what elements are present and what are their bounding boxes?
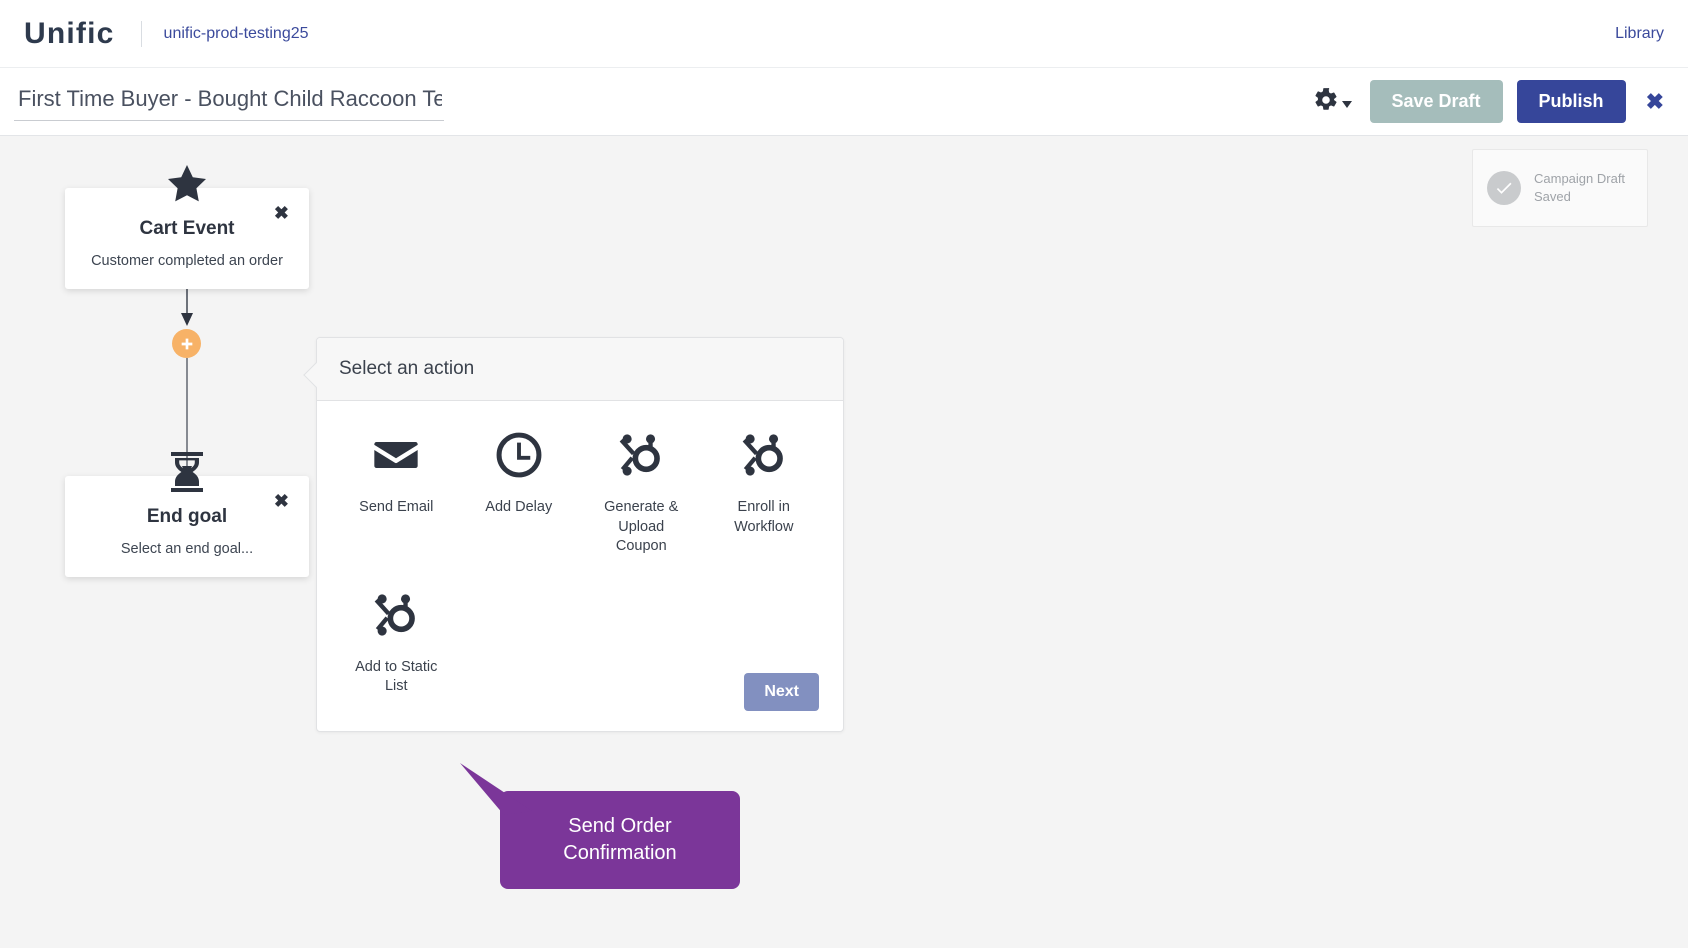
remove-node-button[interactable]: ✖: [272, 202, 291, 224]
action-label: Enroll in Workflow: [734, 499, 794, 535]
check-circle-icon: [1487, 171, 1521, 205]
toolbar-actions: Save Draft Publish ✖: [1309, 80, 1671, 123]
settings-menu-button[interactable]: [1309, 87, 1356, 116]
toast-notification: Campaign Draft Saved: [1472, 149, 1648, 227]
star-icon: [163, 160, 211, 213]
remove-node-button[interactable]: ✖: [272, 490, 291, 512]
hubspot-sprocket-icon: [615, 429, 667, 486]
action-label: Generate & Upload Coupon: [604, 499, 679, 555]
action-add-to-static-list[interactable]: Add to Static List: [335, 585, 458, 701]
action-label: Add Delay: [485, 499, 553, 515]
clock-icon: [493, 429, 545, 486]
workflow-canvas: Campaign Draft Saved ✖ Cart Event Custom…: [0, 136, 1688, 948]
chevron-down-icon: [1341, 101, 1352, 108]
action-send-email[interactable]: Send Email: [335, 425, 458, 561]
gear-icon: [1313, 87, 1339, 116]
node-subtitle: Customer completed an order: [91, 253, 283, 269]
flow-node-cart-event[interactable]: ✖ Cart Event Customer completed an order: [65, 165, 309, 289]
node-title: Cart Event: [139, 218, 235, 239]
hourglass-icon: [163, 448, 211, 501]
add-step-button[interactable]: [172, 329, 201, 358]
publish-button[interactable]: Publish: [1516, 80, 1626, 123]
callout-tooltip: Send Order Confirmation: [460, 763, 740, 889]
node-title: End goal: [146, 506, 228, 527]
node-subtitle: Select an end goal...: [120, 541, 254, 557]
campaign-title-input[interactable]: [14, 82, 444, 121]
next-button[interactable]: Next: [744, 673, 819, 711]
action-grid: Send Email Add Delay Generate & Upload C…: [335, 425, 825, 701]
callout-text: Send Order Confirmation: [563, 815, 677, 864]
action-generate-upload-coupon[interactable]: Generate & Upload Coupon: [580, 425, 703, 561]
header-divider: [140, 20, 142, 47]
plus-icon: [181, 338, 192, 349]
hubspot-sprocket-icon: [738, 429, 790, 486]
close-campaign-button[interactable]: ✖: [1640, 90, 1670, 113]
action-add-delay[interactable]: Add Delay: [458, 425, 581, 561]
flow-node-end-goal[interactable]: ✖ End goal Select an end goal...: [65, 452, 309, 577]
campaign-toolbar: Save Draft Publish ✖: [0, 68, 1688, 136]
envelope-icon: [370, 429, 422, 486]
panel-body: Send Email Add Delay Generate & Upload C…: [317, 401, 843, 889]
action-label: Add to Static List: [355, 658, 438, 695]
select-action-panel: Select an action Send Email Add Delay Ge…: [303, 337, 844, 889]
action-enroll-in-workflow[interactable]: Enroll in Workflow: [703, 425, 826, 561]
hubspot-sprocket-icon: [370, 589, 422, 646]
unific-logo: Unific: [24, 16, 115, 50]
action-label: Send Email: [359, 499, 434, 515]
top-header-bar: Unific unific-prod-testing25 Library: [0, 0, 1688, 68]
library-link[interactable]: Library: [1615, 25, 1664, 43]
toast-message: Campaign Draft Saved: [1534, 171, 1626, 204]
account-link[interactable]: unific-prod-testing25: [164, 25, 309, 43]
panel-title: Select an action: [317, 338, 843, 401]
save-draft-button[interactable]: Save Draft: [1369, 80, 1503, 123]
callout-tail: [460, 763, 532, 815]
